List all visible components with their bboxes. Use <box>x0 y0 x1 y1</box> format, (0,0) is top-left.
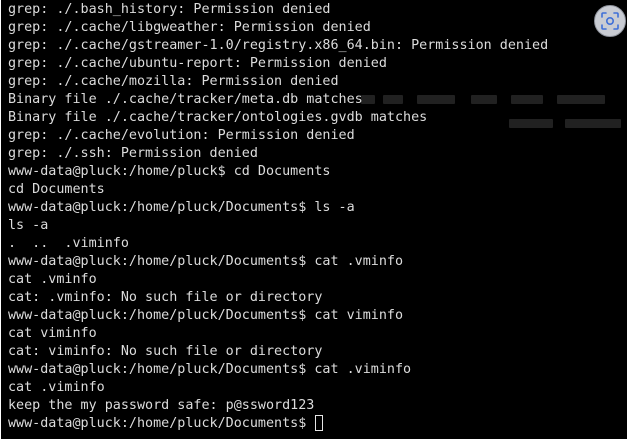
terminal-line: www-data@pluck:/home/pluck/Documents$ ca… <box>8 308 404 323</box>
terminal-prompt-line[interactable]: www-data@pluck:/home/pluck/Documents$ <box>8 415 548 433</box>
terminal-output: grep: ./.bash_history: Permission denied… <box>8 1 548 433</box>
terminal-line: grep: ./.bash_history: Permission denied <box>8 2 331 17</box>
terminal-line: cat: .vminfo: No such file or directory <box>8 290 323 305</box>
terminal-line: Binary file ./.cache/tracker/meta.db mat… <box>8 92 363 107</box>
terminal-line: ls -a <box>8 218 49 233</box>
terminal-line: www-data@pluck:/home/pluck/Documents$ ca… <box>8 254 404 269</box>
terminal-line: grep: ./.cache/evolution: Permission den… <box>8 128 355 143</box>
terminal-line: . .. .viminfo <box>8 236 129 251</box>
terminal-line: keep the my password safe: p@ssword123 <box>8 398 315 413</box>
terminal-line: cat: viminfo: No such file or directory <box>8 344 323 359</box>
terminal-line: www-data@pluck:/home/pluck/Documents$ ls… <box>8 200 355 215</box>
screen-capture-button[interactable] <box>594 5 626 37</box>
screenshot-frame: grep: ./.bash_history: Permission denied… <box>0 0 629 441</box>
terminal-line: www-data@pluck:/home/pluck$ cd Documents <box>8 164 331 179</box>
terminal-line: grep: ./.cache/libgweather: Permission d… <box>8 20 371 35</box>
terminal-prompt: www-data@pluck:/home/pluck/Documents$ <box>8 416 315 431</box>
text-cursor <box>315 415 324 431</box>
terminal-line: www-data@pluck:/home/pluck/Documents$ ca… <box>8 362 412 377</box>
terminal-line: cat viminfo <box>8 326 97 341</box>
terminal-line: cat .vminfo <box>8 272 97 287</box>
terminal-line: grep: ./.cache/mozilla: Permission denie… <box>8 74 339 89</box>
terminal-line: grep: ./.cache/gstreamer-1.0/registry.x8… <box>8 38 549 53</box>
terminal-line: grep: ./.cache/ubuntu-report: Permission… <box>8 56 387 71</box>
terminal-line: grep: ./.ssh: Permission denied <box>8 146 258 161</box>
terminal-window[interactable]: grep: ./.bash_history: Permission denied… <box>1 0 627 439</box>
terminal-line: cat .viminfo <box>8 380 105 395</box>
screen-capture-icon <box>601 12 619 30</box>
terminal-line: cd Documents <box>8 182 105 197</box>
terminal-line: Binary file ./.cache/tracker/ontologies.… <box>8 110 428 125</box>
